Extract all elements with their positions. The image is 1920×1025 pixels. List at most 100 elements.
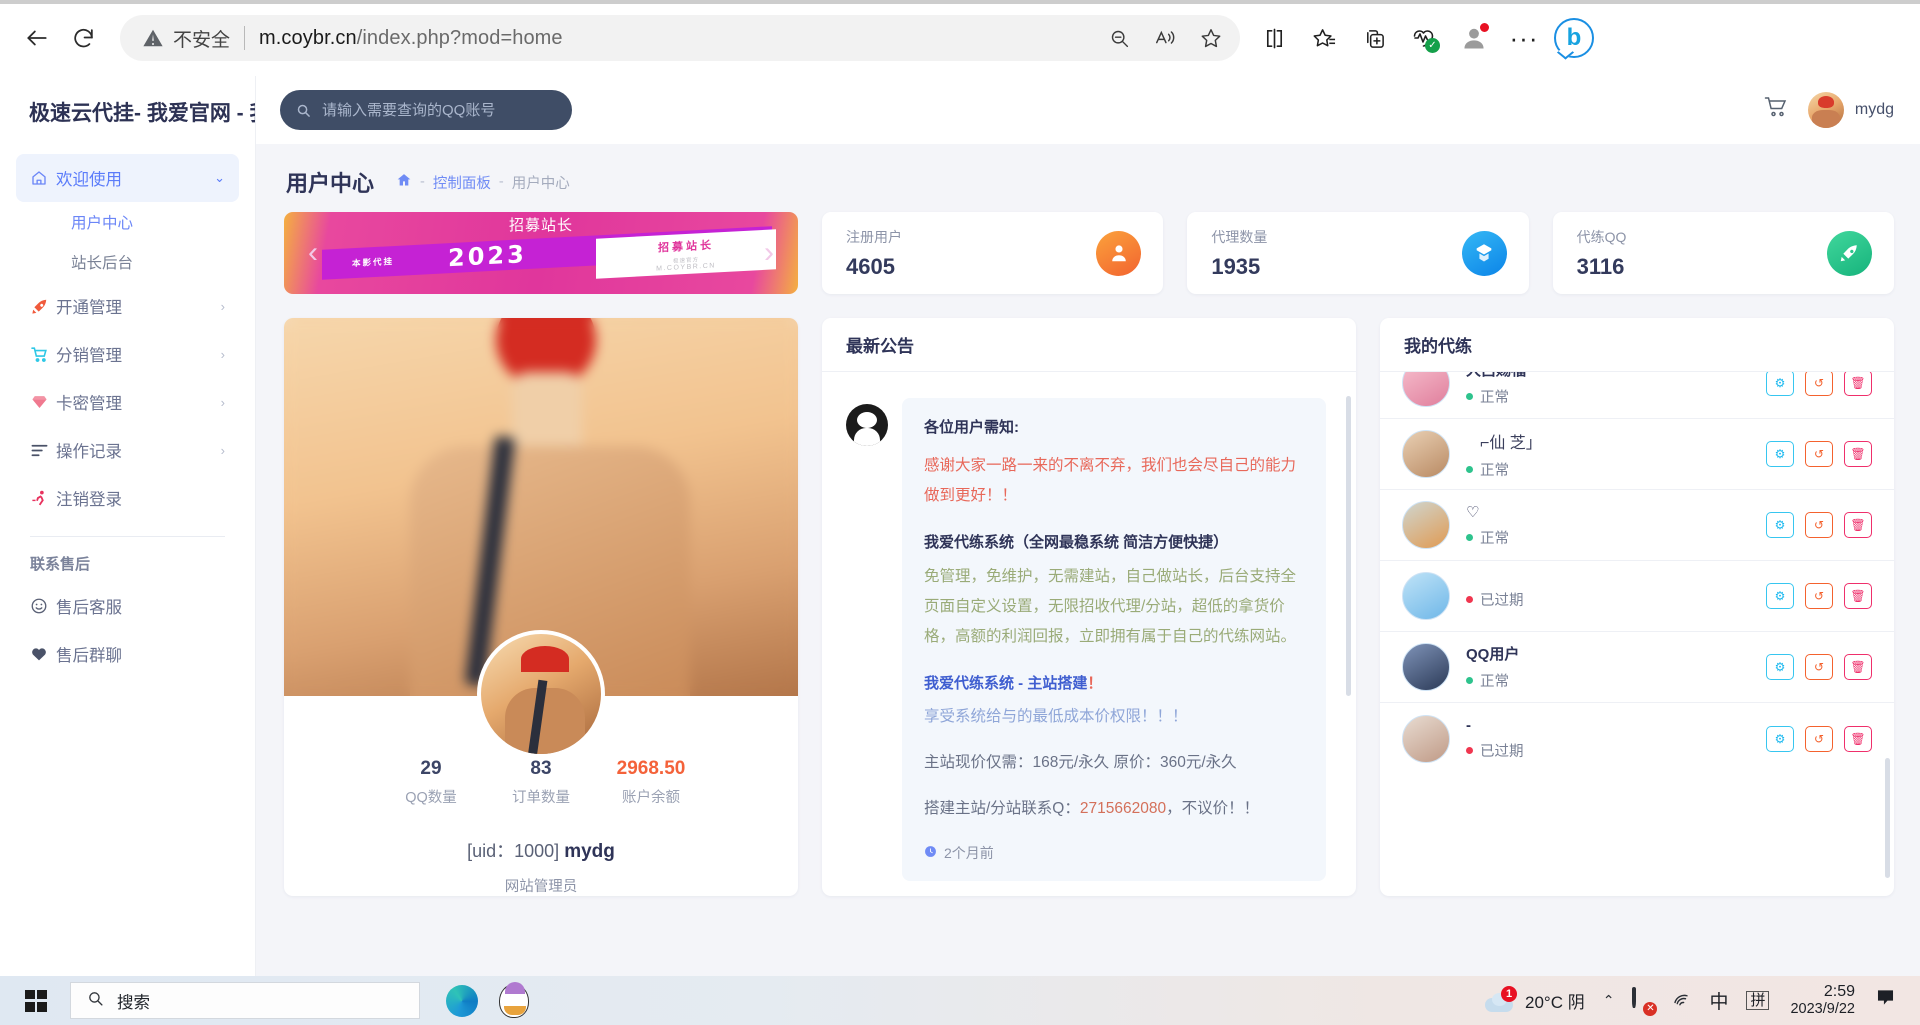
announcement-red-text: 感谢大家一路一来的不离不弃，我们也会尽自己的能力做到更好！！ (924, 457, 1297, 504)
collections-icon[interactable] (1300, 14, 1348, 62)
reload-button[interactable] (60, 15, 106, 61)
status-check-badge: ✓ (1425, 38, 1440, 53)
status-dot (1466, 746, 1473, 754)
ime-mode-label: 中 (1709, 992, 1729, 1013)
profile-card: 29 QQ数量 83 订单数量 2968.50 账户余额 [uid：1000] … (284, 318, 798, 896)
sidebar-item-logout[interactable]: 注销登录 (16, 474, 239, 522)
gear-icon[interactable]: ⚙ (1766, 654, 1794, 680)
split-screen-icon[interactable] (1250, 14, 1298, 62)
trash-icon[interactable]: 🗑 (1844, 512, 1872, 538)
windows-taskbar: 搜索 1 20°C 阴 ⌃ ✕ 中 拼 2:59 2023/9/22 (0, 976, 1920, 1025)
notification-icon[interactable] (1867, 976, 1910, 1025)
stat-card-boosting-qq: 代练QQ 3116 (1552, 212, 1894, 294)
back-button[interactable] (14, 15, 60, 61)
qq-search-box[interactable] (280, 90, 572, 130)
promo-banner[interactable]: 招募站长 本影代挂 2023 招募站长 极速官方 M.COYBR.CN ‹ › (284, 212, 798, 294)
stat-card-agent-count: 代理数量 1935 (1187, 212, 1529, 294)
avatar (1807, 92, 1844, 128)
profile-icon[interactable] (1450, 14, 1498, 62)
carousel-prev-icon[interactable]: ‹ (308, 236, 318, 270)
avatar (1402, 372, 1450, 407)
breadcrumb-link-dashboard[interactable]: 控制面板 (433, 172, 491, 193)
announcement-blue-heading: 我爱代练系统 - 主站搭建！ (924, 672, 1304, 693)
user-menu[interactable]: mydg (1807, 92, 1894, 128)
list-item[interactable]: ♡ 正常 ⚙ ↺ 🗑 (1380, 490, 1894, 561)
list-item[interactable]: - 已过期 ⚙ ↺ 🗑 (1380, 703, 1894, 774)
add-tab-group-icon[interactable] (1350, 14, 1398, 62)
trash-icon[interactable]: 🗑 (1844, 583, 1872, 609)
trash-icon[interactable]: 🗑 (1844, 654, 1872, 680)
site-security-indicator[interactable]: 不安全 (142, 25, 230, 52)
list-item[interactable]: 已过期 ⚙ ↺ 🗑 (1380, 561, 1894, 632)
home-icon[interactable] (396, 172, 412, 193)
my-boosting-scrollbar[interactable] (1885, 758, 1890, 878)
ime-language-mode[interactable]: 中 (1700, 976, 1737, 1025)
sidebar-nav: 欢迎使用 ⌄ 用户中心 站长后台 开通管理 › 分销管理 › 卡密管理 › 操作… (0, 146, 255, 522)
trash-icon[interactable]: 🗑 (1844, 372, 1872, 396)
search-input[interactable] (322, 101, 556, 119)
avatar-body (505, 688, 585, 754)
ime-pinyin-mode[interactable]: 拼 (1737, 976, 1778, 1025)
sidebar-item-label: 注销登录 (56, 491, 122, 509)
chevron-right-icon: › (220, 298, 225, 314)
trash-icon[interactable]: 🗑 (1844, 441, 1872, 467)
announcement-scrollbar[interactable] (1346, 396, 1351, 696)
sidebar-support-nav: 售后客服 售后群聊 (0, 580, 255, 678)
clock-icon (924, 845, 937, 861)
qq-icon[interactable] (494, 981, 534, 1021)
sidebar-subitem-user-center[interactable]: 用户中心 (16, 202, 239, 242)
list-item[interactable]: QQ用户 正常 ⚙ ↺ 🗑 (1380, 632, 1894, 703)
sidebar-item-activation[interactable]: 开通管理 › (16, 282, 239, 330)
shopping-cart-icon[interactable] (1764, 95, 1788, 125)
wifi-icon[interactable] (1662, 976, 1700, 1025)
gear-icon[interactable]: ⚙ (1766, 512, 1794, 538)
gear-icon[interactable]: ⚙ (1766, 725, 1794, 752)
renew-icon[interactable]: ↺ (1805, 441, 1833, 467)
read-aloud-icon[interactable] (1144, 17, 1186, 59)
bing-chat-icon[interactable]: b (1550, 14, 1598, 62)
qq-penguin-icon (846, 404, 888, 446)
browser-essentials-icon[interactable]: ✓ (1400, 14, 1448, 62)
gear-icon[interactable]: ⚙ (1766, 583, 1794, 609)
list-item[interactable]: 大吕赐福 正常 ⚙ ↺ 🗑 (1380, 372, 1894, 419)
sidebar-item-cardkey[interactable]: 卡密管理 › (16, 378, 239, 426)
favorite-star-icon[interactable] (1190, 17, 1232, 59)
renew-icon[interactable]: ↺ (1805, 583, 1833, 609)
sidebar-item-support-service[interactable]: 售后客服 (16, 582, 239, 630)
content-area: 用户中心 - 控制面板 - 用户中心 招募站长 本影代挂 2023 招募站长 极… (256, 144, 1920, 1001)
status-dot (1466, 595, 1473, 603)
sidebar-subitem-admin[interactable]: 站长后台 (16, 242, 239, 282)
weather-badge: 1 (1501, 985, 1517, 1002)
settings-more-icon[interactable]: ··· (1500, 14, 1548, 62)
announcement-card: 最新公告 各位用户需知: 感谢大家一路一来的不离不弃，我们也会尽自己的能力做到更… (822, 318, 1356, 896)
edge-icon[interactable] (442, 981, 482, 1021)
renew-icon[interactable]: ↺ (1805, 372, 1833, 396)
carousel-next-icon[interactable]: › (764, 236, 774, 270)
sidebar-item-welcome[interactable]: 欢迎使用 ⌄ (16, 154, 239, 202)
renew-icon[interactable]: ↺ (1805, 654, 1833, 680)
avatar-cap (521, 646, 569, 672)
address-bar[interactable]: 不安全 m.coybr.cn/index.php?mod=home (120, 15, 1240, 61)
renew-icon[interactable]: ↺ (1805, 725, 1833, 752)
profile-stats: 29 QQ数量 83 订单数量 2968.50 账户余额 (284, 758, 798, 807)
gear-icon[interactable]: ⚙ (1766, 441, 1794, 467)
list-item[interactable]: ⌐仙 芝」 正常 ⚙ ↺ 🗑 (1380, 419, 1894, 490)
zoom-out-icon[interactable] (1098, 17, 1140, 59)
taskbar-clock[interactable]: 2:59 2023/9/22 (1778, 983, 1867, 1019)
sidebar-item-support-group[interactable]: 售后群聊 (16, 630, 239, 678)
diamond-icon (30, 393, 56, 412)
renew-icon[interactable]: ↺ (1805, 512, 1833, 538)
gear-icon[interactable]: ⚙ (1766, 372, 1794, 396)
contact-qq-number: 2715662080 (1079, 800, 1167, 817)
sidebar-item-distribution[interactable]: 分销管理 › (16, 330, 239, 378)
weather-widget[interactable]: 1 20°C 阴 (1469, 976, 1594, 1025)
taskbar-search[interactable]: 搜索 (70, 982, 420, 1019)
stat-label: 代理数量 (1211, 228, 1268, 245)
windows-start-icon[interactable] (10, 976, 62, 1025)
trash-icon[interactable]: 🗑 (1844, 725, 1872, 752)
url-text: m.coybr.cn/index.php?mod=home (259, 27, 563, 50)
show-hidden-icons-button[interactable]: ⌃ (1594, 976, 1624, 1025)
sidebar-item-logs[interactable]: 操作记录 › (16, 426, 239, 474)
defender-shield-icon[interactable]: ✕ (1623, 976, 1662, 1025)
chevron-right-icon: › (220, 394, 225, 410)
